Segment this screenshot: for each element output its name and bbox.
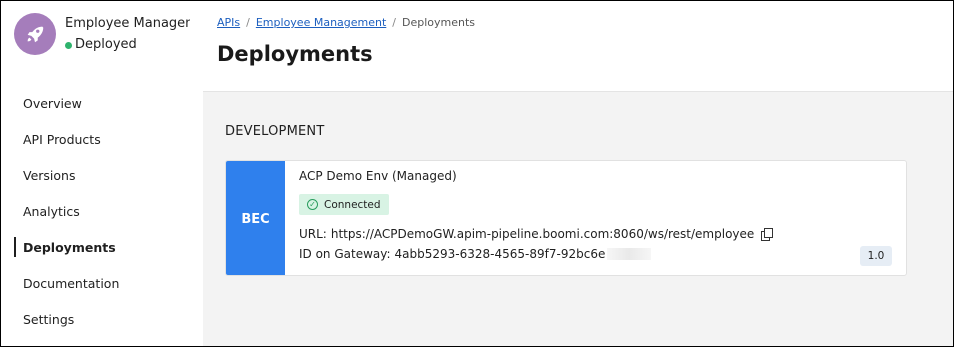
app-status-label: Deployed	[75, 37, 137, 52]
gateway-id-value: 4abb5293-6328-4565-89f7-92bc6e	[394, 247, 606, 261]
deployment-url-row: URL: https://ACPDemoGW.apim-pipeline.boo…	[299, 227, 774, 241]
connection-status-badge: ✓ Connected	[299, 194, 389, 215]
app-avatar	[14, 13, 56, 55]
breadcrumb-separator: /	[392, 16, 397, 29]
check-circle-icon: ✓	[307, 199, 318, 210]
breadcrumb-api-link[interactable]: Employee Management	[256, 16, 386, 29]
main-content: APIs / Employee Management / Deployments…	[203, 1, 953, 346]
breadcrumb: APIs / Employee Management / Deployments	[217, 16, 475, 29]
environment-name: ACP Demo Env (Managed)	[299, 169, 457, 183]
page-header: APIs / Employee Management / Deployments…	[203, 1, 953, 92]
gateway-id-row: ID on Gateway: 4abb5293-6328-4565-89f7-9…	[299, 247, 652, 261]
breadcrumb-apis-link[interactable]: APIs	[217, 16, 240, 29]
deployment-url: https://ACPDemoGW.apim-pipeline.boomi.co…	[330, 227, 755, 241]
sidebar: Employee Management Deployed Overview AP…	[1, 1, 203, 346]
environment-badge: BEC	[226, 161, 285, 275]
app-header: Employee Management Deployed	[14, 13, 190, 55]
app-window: Employee Management Deployed Overview AP…	[0, 0, 954, 347]
sidebar-item-deployments[interactable]: Deployments	[1, 229, 203, 265]
sidebar-item-versions[interactable]: Versions	[1, 157, 203, 193]
section-title-development: DEVELOPMENT	[225, 124, 325, 139]
app-status: Deployed	[65, 37, 190, 53]
breadcrumb-separator: /	[246, 16, 250, 29]
sidebar-item-api-products[interactable]: API Products	[1, 121, 203, 157]
url-label: URL:	[299, 227, 327, 241]
version-badge: 1.0	[860, 246, 892, 266]
connection-status-label: Connected	[324, 198, 381, 211]
sidebar-item-analytics[interactable]: Analytics	[1, 193, 203, 229]
sidebar-item-documentation[interactable]: Documentation	[1, 265, 203, 301]
gateway-id-label: ID on Gateway:	[299, 247, 391, 261]
page-title: Deployments	[217, 42, 373, 66]
sidebar-item-overview[interactable]: Overview	[1, 85, 203, 121]
sidebar-item-settings[interactable]: Settings	[1, 301, 203, 337]
sidebar-nav: Overview API Products Versions Analytics…	[1, 85, 203, 337]
rocket-icon	[27, 26, 44, 43]
deployment-card[interactable]: BEC ACP Demo Env (Managed) ✓ Connected U…	[225, 160, 907, 276]
status-dot-icon	[65, 41, 72, 49]
redacted-area	[607, 248, 652, 260]
breadcrumb-current: Deployments	[402, 16, 476, 29]
copy-icon[interactable]	[760, 228, 774, 241]
app-name: Employee Management	[65, 16, 190, 31]
